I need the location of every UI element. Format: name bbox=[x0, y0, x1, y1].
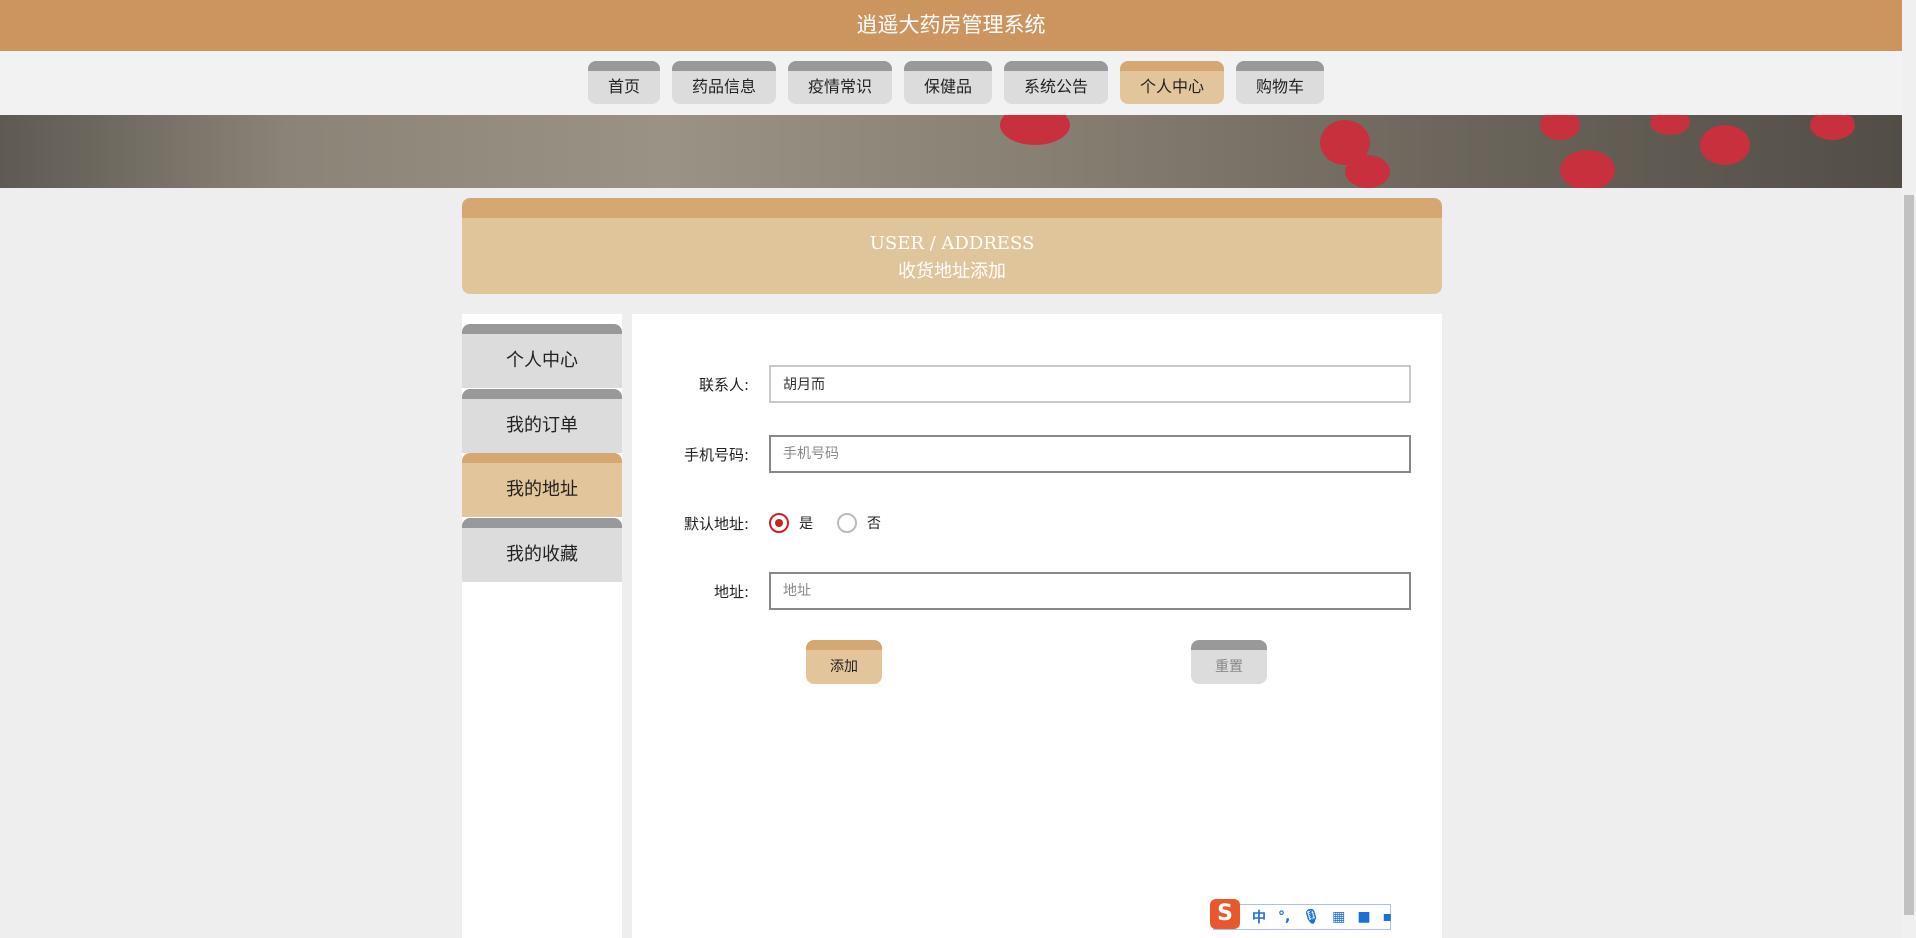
sidebar: 个人中心 我的订单 我的地址 我的收藏 bbox=[462, 314, 622, 938]
section-header: USER / ADDRESS 收货地址添加 bbox=[462, 198, 1442, 294]
address-label: 地址: bbox=[713, 582, 749, 601]
sidebar-item-my-orders[interactable]: 我的订单 bbox=[462, 389, 622, 453]
section-title-en: USER / ADDRESS bbox=[869, 233, 1035, 254]
default-yes-label: 是 bbox=[799, 516, 813, 532]
tab-health-products[interactable]: 保健品 bbox=[903, 61, 992, 104]
scrollbar-thumb[interactable] bbox=[1904, 195, 1914, 915]
reset-button[interactable]: 重置 bbox=[1191, 640, 1267, 684]
default-no-radio[interactable]: 否 bbox=[837, 513, 881, 533]
banner-image bbox=[0, 115, 1902, 188]
phone-label: 手机号码: bbox=[683, 445, 749, 464]
contact-input[interactable] bbox=[769, 365, 1411, 403]
sidebar-item-my-favorites[interactable]: 我的收藏 bbox=[462, 518, 622, 582]
scrollbar[interactable] bbox=[1902, 0, 1916, 938]
tab-personal-center[interactable]: 个人中心 bbox=[1120, 61, 1225, 104]
default-address-label: 默认地址: bbox=[683, 514, 749, 533]
contact-label: 联系人: bbox=[698, 375, 749, 394]
sidebar-item-personal-center[interactable]: 个人中心 bbox=[462, 324, 622, 388]
default-yes-radio[interactable]: 是 bbox=[769, 513, 813, 533]
radio-unchecked-icon bbox=[837, 513, 857, 533]
radio-checked-icon bbox=[769, 513, 789, 533]
sogou-logo-icon: S bbox=[1210, 899, 1240, 929]
tab-cart[interactable]: 购物车 bbox=[1236, 61, 1325, 104]
section-title-cn: 收货地址添加 bbox=[898, 261, 1006, 282]
tab-home[interactable]: 首页 bbox=[587, 61, 660, 104]
phone-input[interactable] bbox=[769, 435, 1411, 473]
address-input[interactable] bbox=[769, 572, 1411, 610]
add-button[interactable]: 添加 bbox=[806, 640, 882, 684]
ime-punct[interactable]: °, bbox=[1278, 909, 1290, 925]
address-form: 联系人: 手机号码: 默认地址: 是 否 地址: 添加 重置 bbox=[632, 314, 1442, 938]
main-nav: 首页 药品信息 疫情常识 保健品 系统公告 个人中心 购物车 bbox=[0, 51, 1902, 115]
keyboard-icon[interactable]: ▦ bbox=[1332, 909, 1345, 925]
microphone-icon[interactable]: 🎙 bbox=[1302, 909, 1320, 925]
default-no-label: 否 bbox=[867, 516, 881, 532]
tab-drug-info[interactable]: 药品信息 bbox=[671, 61, 776, 104]
skin-icon[interactable]: ■ bbox=[1357, 909, 1370, 925]
ime-toolbar[interactable]: S 中 °, 🎙 ▦ ■ ▪ bbox=[1210, 899, 1393, 930]
tab-announcements[interactable]: 系统公告 bbox=[1004, 61, 1109, 104]
apps-icon[interactable]: ▪ bbox=[1383, 909, 1393, 925]
ime-mode[interactable]: 中 bbox=[1252, 907, 1266, 927]
sidebar-item-my-address[interactable]: 我的地址 bbox=[462, 453, 622, 517]
tab-epidemic[interactable]: 疫情常识 bbox=[787, 61, 892, 104]
app-title: 逍遥大药房管理系统 bbox=[0, 0, 1902, 51]
